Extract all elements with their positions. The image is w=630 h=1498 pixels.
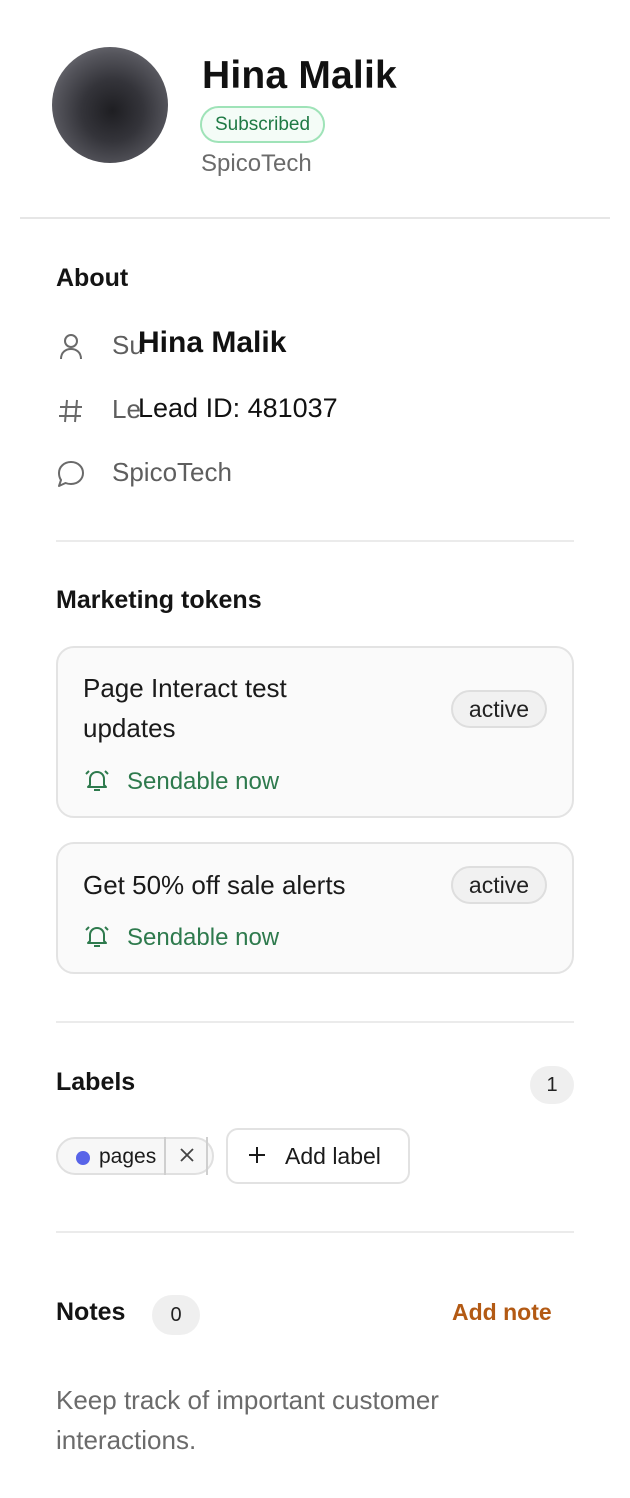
profile-name: Hina Malik [202, 54, 397, 97]
plus-icon [249, 1147, 265, 1163]
add-note-button[interactable]: Add note [452, 1299, 552, 1326]
add-label-text: Add label [285, 1143, 381, 1169]
close-icon [180, 1148, 194, 1162]
about-row-overlay-lead: Lead ID: 481037 [138, 393, 338, 423]
token-title-line: Page Interact test [83, 673, 287, 703]
token-availability: Sendable now [83, 922, 279, 952]
remove-label-button[interactable] [164, 1137, 208, 1175]
person-icon [60, 334, 82, 360]
about-row-company: SpicoTech [56, 453, 574, 493]
add-label-button[interactable]: Add label [226, 1128, 410, 1184]
label-chip[interactable]: pages [56, 1137, 214, 1175]
token-card[interactable]: Get 50% off sale alerts active Sendable … [56, 842, 574, 974]
token-status-badge: active [450, 866, 547, 904]
chat-bubble-icon [58, 461, 84, 487]
marketing-title: Marketing tokens [56, 586, 262, 614]
about-row-name: Su Hina Malik [56, 326, 574, 366]
hash-icon [59, 399, 82, 423]
bell-icon [85, 926, 109, 947]
about-title: About [56, 264, 129, 292]
header-divider [20, 217, 610, 219]
about-row-lead-id: Le Lead ID: 481037 [56, 390, 574, 430]
section-divider [56, 1021, 574, 1023]
token-availability-text: Sendable now [127, 924, 280, 951]
about-row-text: SpicoTech [112, 457, 232, 487]
label-chip-text: pages [99, 1145, 157, 1168]
profile-company: SpicoTech [201, 150, 312, 177]
bell-icon [85, 770, 109, 791]
token-availability-text: Sendable now [127, 768, 280, 795]
notes-empty-text: Keep track of important customer interac… [56, 1385, 439, 1455]
section-divider [56, 540, 574, 542]
section-divider [56, 1231, 574, 1233]
profile-header: Hina Malik Subscribed SpicoTech [0, 0, 630, 219]
token-title: Page Interact test updates [83, 668, 287, 748]
token-title: Get 50% off sale alerts [83, 870, 346, 900]
labels-title: Labels [56, 1068, 136, 1096]
about-row-text: Le [112, 394, 141, 424]
token-card[interactable]: Page Interact test updates active Sendab… [56, 646, 574, 818]
about-row-overlay-name: Hina Malik [138, 326, 287, 359]
notes-count-badge: 0 [152, 1295, 200, 1335]
avatar[interactable] [52, 47, 168, 163]
token-title-line: updates [83, 713, 176, 743]
token-status-badge: active [450, 690, 547, 728]
labels-count-badge: 1 [530, 1066, 574, 1104]
status-badge: Subscribed [200, 106, 326, 143]
token-availability: Sendable now [83, 766, 279, 796]
notes-title: Notes [56, 1298, 126, 1326]
label-color-dot [76, 1151, 90, 1165]
